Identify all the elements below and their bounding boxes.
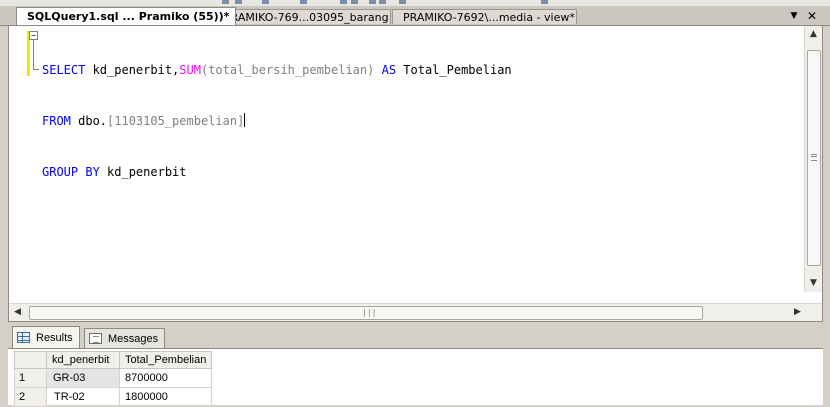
outline-end <box>33 69 39 70</box>
code-line-1: SELECT kd_penerbit,SUM(total_bersih_pemb… <box>42 62 512 79</box>
identifier: dbo. <box>70 114 108 128</box>
keyword: AS <box>381 63 397 77</box>
grid-header-row: kd_penerbit Total_Pembelian <box>14 351 213 369</box>
identifier: kd_penerbit, <box>85 63 180 77</box>
keyword: GROUP BY <box>42 165 100 179</box>
code-line-3: GROUP BY kd_penerbit <box>42 164 512 181</box>
sql-code[interactable]: SELECT kd_penerbit,SUM(total_bersih_pemb… <box>42 28 512 215</box>
horizontal-scrollbar[interactable]: ◀ ||| ▶ <box>9 303 822 321</box>
cell-kd-penerbit[interactable]: GR-03 <box>46 368 120 388</box>
tab-media-view[interactable]: PRAMIKO-7692\...media - view* <box>392 9 577 24</box>
grid-icon <box>17 332 30 343</box>
table-row[interactable]: 1 GR-03 8700000 <box>14 368 213 388</box>
results-grid-pane[interactable]: kd_penerbit Total_Pembelian 1 GR-03 8700… <box>8 348 823 407</box>
tab-results[interactable]: Results <box>12 326 80 348</box>
scroll-up-icon[interactable]: ▲ <box>805 26 822 43</box>
row-number-header[interactable] <box>14 351 47 369</box>
results-tab-strip: Results Messages <box>8 326 823 348</box>
tab-messages-label: Messages <box>108 333 159 345</box>
text-caret <box>244 113 246 127</box>
tab-results-label: Results <box>36 332 73 344</box>
messages-icon <box>89 333 102 344</box>
expression: (total_bersih_pembelian) <box>200 63 382 77</box>
keyword: FROM <box>42 114 71 128</box>
tab-dropdown-icon[interactable]: ▼ <box>787 9 801 23</box>
vertical-scroll-thumb[interactable] <box>807 50 821 266</box>
identifier: kd_penerbit <box>99 165 187 179</box>
query-editor[interactable]: − SELECT kd_penerbit,SUM(total_bersih_pe… <box>8 25 823 322</box>
grip-icon: ||| <box>362 308 377 317</box>
scroll-down-icon[interactable]: ▼ <box>805 275 822 292</box>
results-grid[interactable]: kd_penerbit Total_Pembelian 1 GR-03 8700… <box>14 351 213 407</box>
column-header-total-pembelian[interactable]: Total_Pembelian <box>118 351 213 369</box>
table-name: [1103105_pembelian] <box>107 114 245 128</box>
collapse-icon[interactable]: − <box>29 31 38 40</box>
scroll-right-icon[interactable]: ▶ <box>789 304 806 321</box>
cell-total-pembelian[interactable]: 8700000 <box>118 368 213 388</box>
outline-line <box>33 40 34 69</box>
tab-barang[interactable]: PRAMIKO-769...03095_barang <box>213 9 391 24</box>
row-number[interactable]: 1 <box>14 368 47 388</box>
toolbar-sliver <box>0 0 830 7</box>
column-header-kd-penerbit[interactable]: kd_penerbit <box>46 351 120 369</box>
function-name: SUM <box>179 63 201 77</box>
keyword: SELECT <box>42 63 86 77</box>
close-tab-icon[interactable]: ✕ <box>805 9 819 23</box>
scroll-left-icon[interactable]: ◀ <box>9 304 26 321</box>
document-tab-strip: SQLQuery1.sql ... Pramiko (55))* PRAMIKO… <box>0 7 830 26</box>
code-line-2: FROM dbo.[1103105_pembelian] <box>42 113 512 130</box>
vertical-scrollbar[interactable]: ▲ ▼ <box>804 26 822 292</box>
identifier: Total_Pembelian <box>396 63 512 77</box>
horizontal-scroll-thumb[interactable]: ||| <box>29 306 703 320</box>
tab-sqlquery1[interactable]: SQLQuery1.sql ... Pramiko (55))* <box>16 7 237 25</box>
grip-icon <box>811 154 817 161</box>
editor-gutter <box>9 26 27 290</box>
tab-messages[interactable]: Messages <box>84 328 166 348</box>
